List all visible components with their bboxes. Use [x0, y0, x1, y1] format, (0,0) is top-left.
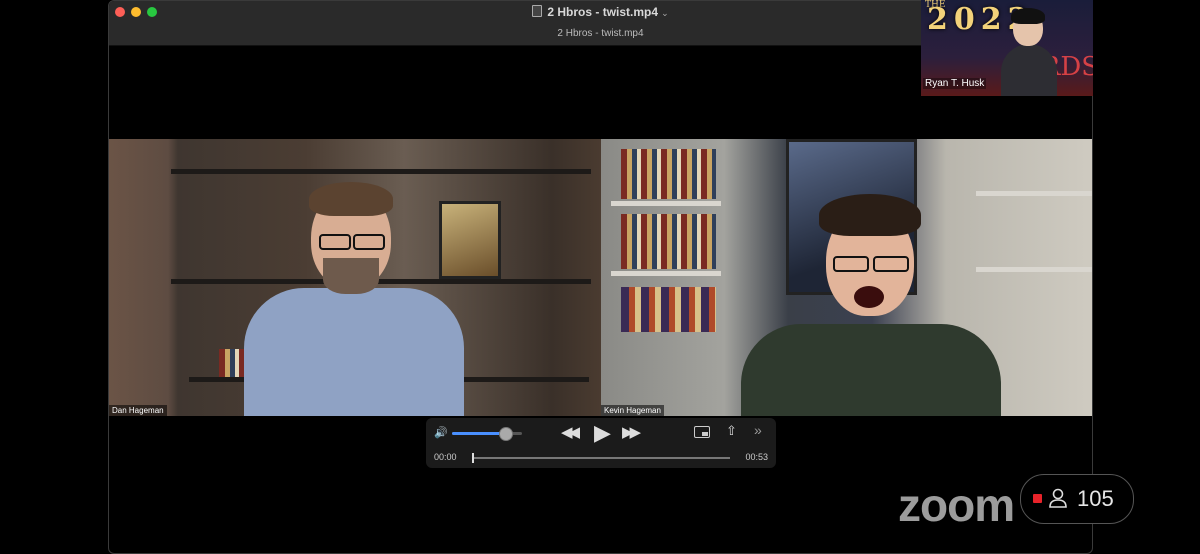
glasses	[873, 256, 909, 272]
play-button[interactable]: ▶	[594, 420, 611, 446]
share-icon[interactable]: ⇧	[726, 423, 737, 439]
hair	[309, 182, 393, 216]
volume-icon[interactable]: 🔊	[434, 426, 448, 439]
books	[621, 287, 716, 332]
speaker-thumbnail[interactable]: THE 2022 RDS Ryan T. Husk	[921, 0, 1093, 96]
hair	[819, 194, 921, 236]
shirt	[244, 288, 464, 416]
shelf	[611, 201, 721, 206]
participant-video-kevin	[741, 186, 1001, 416]
sweater	[741, 324, 1001, 416]
current-time: 00:00	[434, 452, 457, 462]
recording-indicator-icon	[1033, 494, 1042, 503]
fast-forward-button[interactable]: ▶▶	[622, 423, 641, 441]
picture-in-picture-icon[interactable]	[694, 426, 710, 438]
duration-time: 00:53	[745, 452, 768, 462]
document-icon	[532, 5, 543, 17]
glasses	[833, 256, 869, 272]
zoom-logo: zoom	[898, 479, 1015, 531]
chevron-down-icon[interactable]: ⌄	[661, 8, 669, 18]
speaker-name-label: Ryan T. Husk	[923, 78, 987, 89]
participant-name-label: Kevin Hageman	[601, 405, 664, 416]
volume-slider-knob[interactable]	[498, 427, 513, 441]
shelf	[171, 169, 591, 174]
volume-slider[interactable]	[452, 427, 522, 441]
viewer-count: 105	[1077, 486, 1114, 511]
viewer-count-badge[interactable]: 105	[1020, 474, 1134, 524]
books	[621, 214, 716, 269]
person-icon	[1049, 488, 1067, 508]
speaker-video	[1001, 8, 1057, 96]
rewind-button[interactable]: ◀◀	[561, 423, 580, 441]
playback-controls[interactable]: 🔊 ◀◀ ▶ ▶▶ ⇧ » 00:00 00:53	[426, 418, 776, 468]
glasses	[353, 234, 385, 250]
window-title-text: 2 Hbros - twist.mp4	[547, 5, 659, 19]
scrubber-bar[interactable]	[472, 453, 730, 463]
suit	[1001, 44, 1057, 96]
shelf	[611, 271, 721, 276]
hair	[1011, 8, 1045, 24]
participant-tile-right: Kevin Hageman	[601, 139, 1092, 416]
video-frame[interactable]: Dan Hageman Kevin Hageman	[109, 139, 1092, 416]
glasses	[319, 234, 351, 250]
participant-name-label: Dan Hageman	[109, 405, 167, 416]
scrubber-playhead[interactable]	[472, 453, 474, 463]
volume-slider-fill	[452, 432, 505, 435]
more-options-icon[interactable]: »	[754, 422, 762, 438]
participant-tile-left: Dan Hageman	[109, 139, 601, 416]
books	[621, 149, 716, 199]
beard	[323, 258, 379, 294]
participant-video-dan	[239, 176, 469, 416]
open-mouth	[854, 286, 884, 308]
